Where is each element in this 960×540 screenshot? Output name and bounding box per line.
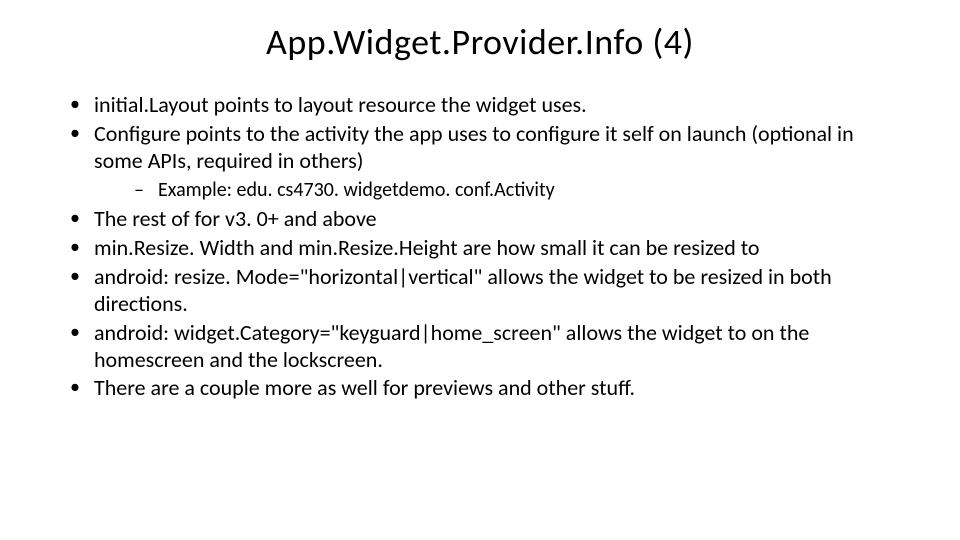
bullet-list: initial.Layout points to layout resource… — [60, 92, 900, 402]
sub-bullet-item: Example: edu. cs4730. widgetdemo. conf.A… — [94, 177, 900, 203]
sub-bullet-list: Example: edu. cs4730. widgetdemo. conf.A… — [94, 177, 900, 203]
bullet-item: Configure points to the activity the app… — [60, 121, 900, 204]
bullet-text: Configure points to the activity the app… — [94, 120, 854, 174]
bullet-item: The rest of for v3. 0+ and above — [60, 206, 900, 233]
bullet-item: min.Resize. Width and min.Resize.Height … — [60, 235, 900, 262]
slide-title: App.Widget.Provider.Info (4) — [60, 20, 900, 64]
bullet-item: There are a couple more as well for prev… — [60, 375, 900, 402]
bullet-item: android: widget.Category="keyguard|home_… — [60, 320, 900, 374]
bullet-item: android: resize. Mode="horizontal|vertic… — [60, 264, 900, 318]
bullet-item: initial.Layout points to layout resource… — [60, 92, 900, 119]
